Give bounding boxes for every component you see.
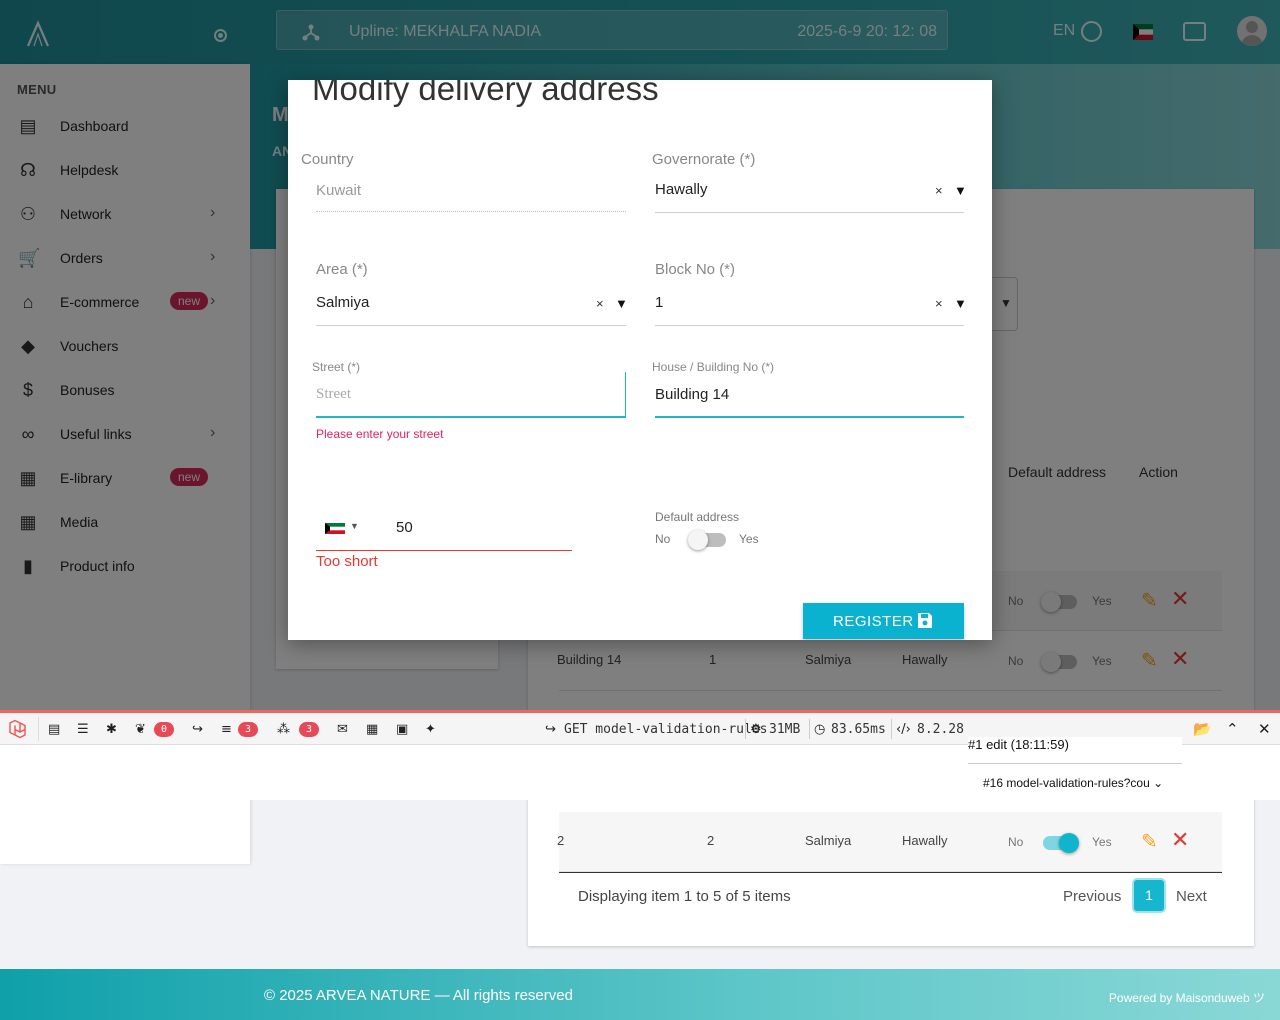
memory-cogs-icon: ⚙ bbox=[750, 722, 762, 737]
block-caret-icon[interactable]: ▼ bbox=[954, 296, 967, 311]
footer-copyright: © 2025 ARVEA NATURE — All rights reserve… bbox=[264, 987, 573, 1004]
mail-inbox-icon[interactable]: ✉ bbox=[337, 719, 348, 741]
delete-x-icon[interactable]: ✕ bbox=[1171, 827, 1189, 853]
table-row: 2 2 Salmiya Hawally No Yes ✎ ✕ bbox=[557, 812, 1222, 872]
request-tag-icon[interactable]: ✦ bbox=[425, 719, 436, 741]
open-folder-icon[interactable]: 📂 bbox=[1193, 720, 1212, 738]
street-placeholder: Street bbox=[316, 386, 351, 402]
area-caret-icon[interactable]: ▼ bbox=[615, 296, 628, 311]
phone-underline bbox=[316, 550, 572, 551]
governorate-caret-icon[interactable]: ▼ bbox=[954, 183, 967, 198]
area-label: Area (*) bbox=[316, 261, 368, 278]
php-version: 8.2.28 bbox=[917, 722, 964, 737]
block-label: Block No (*) bbox=[655, 261, 736, 278]
default-address-toggle[interactable] bbox=[688, 530, 726, 550]
area-underline bbox=[316, 325, 626, 326]
block-clear-icon[interactable]: × bbox=[935, 296, 943, 311]
modal-title: Modify delivery address bbox=[312, 80, 659, 107]
divider bbox=[891, 719, 892, 739]
divider bbox=[968, 763, 1182, 764]
country-underline bbox=[316, 211, 626, 212]
phone-error: Too short bbox=[316, 553, 378, 570]
street-underline bbox=[316, 416, 626, 418]
timeline-icon[interactable]: ☰ bbox=[77, 719, 89, 741]
close-icon[interactable]: ✕ bbox=[1258, 720, 1271, 738]
street-input[interactable] bbox=[312, 372, 626, 418]
current-request[interactable]: #1 edit (18:11:59) bbox=[968, 737, 1069, 752]
request-dropdown-label: #16 model-validation-rules?cou bbox=[983, 776, 1150, 790]
house-underline bbox=[655, 416, 964, 418]
cell-area: Salmiya bbox=[805, 833, 852, 848]
default-toggle[interactable] bbox=[1043, 833, 1079, 853]
modify-address-modal: Modify delivery address Country Kuwait G… bbox=[288, 80, 992, 640]
area-value: Salmiya bbox=[316, 294, 370, 311]
no-label: No bbox=[1008, 835, 1024, 849]
table-bottom-border bbox=[559, 872, 1222, 873]
country-label: Country bbox=[301, 151, 354, 168]
request-dropdown[interactable]: #16 model-validation-rules?cou ⌄ bbox=[983, 776, 1163, 790]
request-route[interactable]: GET model-validation-rules bbox=[564, 722, 768, 737]
default-address-label: Default address bbox=[655, 510, 740, 524]
governorate-label: Governorate (*) bbox=[652, 151, 756, 168]
cell-governorate: Hawally bbox=[902, 833, 948, 848]
route-share-icon: ↪ bbox=[545, 722, 556, 737]
footer: © 2025 ARVEA NATURE — All rights reserve… bbox=[0, 969, 1280, 1020]
laravel-logo-icon[interactable] bbox=[8, 719, 30, 741]
route-icon[interactable]: ↪ bbox=[192, 719, 203, 741]
pagination-next[interactable]: Next bbox=[1176, 888, 1207, 905]
default-yes-label: Yes bbox=[739, 532, 759, 546]
pagination-previous[interactable]: Previous bbox=[1063, 888, 1121, 905]
logs-count-badge: 0 bbox=[154, 722, 174, 737]
register-button[interactable]: REGISTER bbox=[803, 603, 964, 639]
yes-label: Yes bbox=[1092, 835, 1112, 849]
models-icon[interactable]: ⁂ bbox=[277, 719, 290, 741]
kuwait-flag-icon[interactable] bbox=[325, 523, 345, 534]
debug-bar: ▤ ☰ ✱ ❦ 0 ↪ ≡ 3 ⁂ 3 ✉ ▦ ▣ ✦ ↪ GET model-… bbox=[0, 710, 1280, 800]
house-label: House / Building No (*) bbox=[652, 360, 775, 374]
governorate-underline bbox=[655, 212, 964, 213]
save-icon bbox=[918, 613, 932, 628]
footer-powered-by[interactable]: Powered by Maisonduweb ツ bbox=[1109, 989, 1265, 1006]
default-no-label: No bbox=[655, 532, 671, 546]
cell-block: 2 bbox=[707, 833, 715, 848]
country-value: Kuwait bbox=[316, 182, 362, 199]
views-icon[interactable]: ▦ bbox=[366, 719, 378, 741]
models-count-badge: 3 bbox=[299, 722, 319, 737]
phone-input[interactable]: 50 bbox=[396, 519, 413, 536]
cell-building: 2 bbox=[557, 833, 565, 848]
divider bbox=[38, 717, 39, 741]
request-duration[interactable]: 83.65ms bbox=[831, 722, 886, 737]
country-code-caret-icon[interactable]: ▼ bbox=[350, 521, 359, 531]
code-icon: ‹/› bbox=[896, 722, 911, 737]
divider bbox=[745, 719, 746, 739]
logs-leaf-icon[interactable]: ❦ bbox=[135, 719, 146, 741]
chevron-up-icon[interactable]: ⌃ bbox=[1226, 720, 1239, 738]
block-value: 1 bbox=[655, 294, 664, 311]
divider bbox=[809, 719, 810, 739]
queries-count-badge: 3 bbox=[238, 722, 258, 737]
clock-icon: ◷ bbox=[814, 722, 826, 737]
edit-pencil-icon[interactable]: ✎ bbox=[1141, 829, 1158, 854]
session-archive-icon[interactable]: ▣ bbox=[396, 719, 408, 741]
area-clear-icon[interactable]: × bbox=[596, 296, 604, 311]
memory-usage[interactable]: 31MB bbox=[769, 722, 800, 737]
pagination-info: Displaying item 1 to 5 of 5 items bbox=[578, 888, 791, 905]
pagination-page-1[interactable]: 1 bbox=[1134, 880, 1164, 911]
street-error: Please enter your street bbox=[316, 427, 444, 441]
request-selector[interactable]: #1 edit (18:11:59) #16 model-validation-… bbox=[968, 737, 1182, 791]
register-label: REGISTER bbox=[833, 613, 914, 630]
exceptions-bug-icon[interactable]: ✱ bbox=[106, 719, 117, 741]
house-input[interactable]: Building 14 bbox=[655, 386, 729, 403]
database-icon[interactable]: ≡ bbox=[221, 719, 232, 741]
block-underline bbox=[655, 325, 964, 326]
messages-icon[interactable]: ▤ bbox=[48, 719, 60, 741]
governorate-value: Hawally bbox=[655, 181, 708, 198]
governorate-clear-icon[interactable]: × bbox=[935, 183, 943, 198]
